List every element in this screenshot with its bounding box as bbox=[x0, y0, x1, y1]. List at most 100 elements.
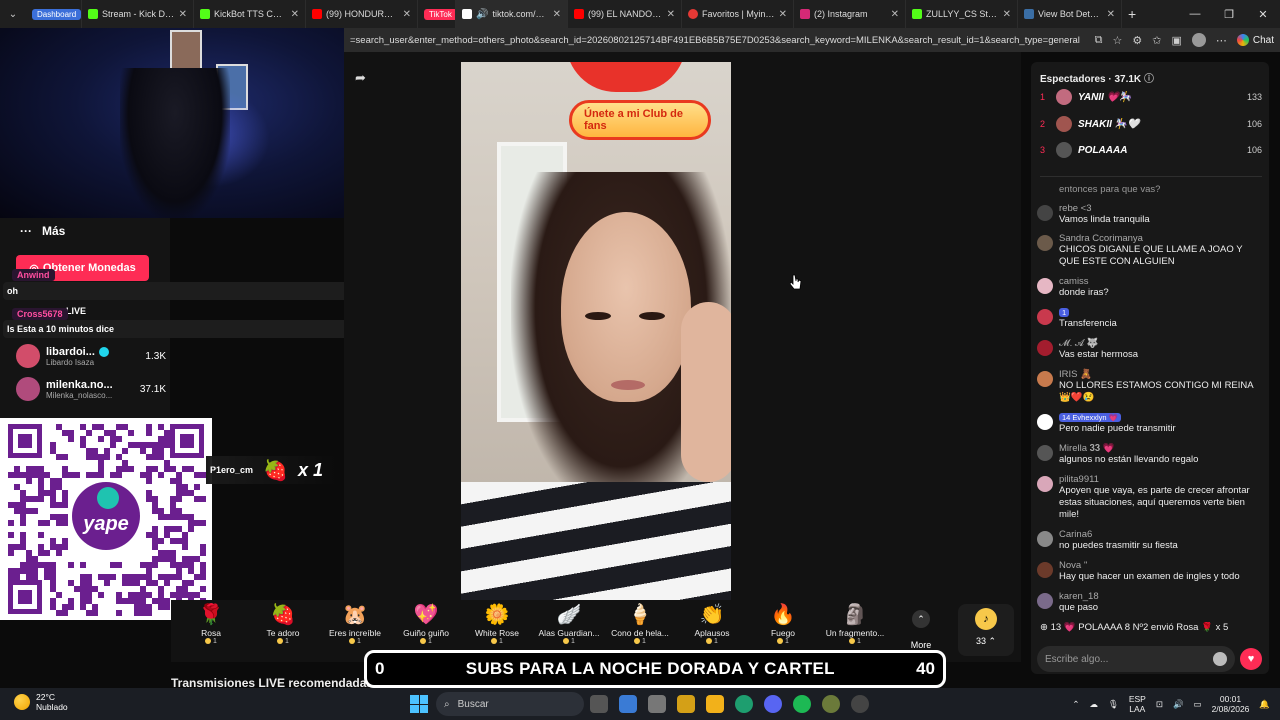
network-icon[interactable]: ⊡ bbox=[1156, 699, 1163, 710]
gift-item[interactable]: 💖 Guiño guiño 1 bbox=[392, 602, 460, 645]
battery-icon[interactable]: ▭ bbox=[1194, 699, 1202, 710]
gift-item[interactable]: 🔥 Fuego 1 bbox=[749, 602, 817, 645]
followed-account[interactable]: milenka.no... Milenka_nolasco... 37.1K bbox=[16, 374, 166, 404]
tab-myinstants[interactable]: Favoritos | Myinstant ✕ bbox=[682, 0, 794, 28]
top-viewer-row[interactable]: 3 POLAAAA 106 bbox=[1040, 139, 1262, 161]
gift-item[interactable]: 🍦 Cono de hela... 1 bbox=[606, 602, 674, 645]
close-icon[interactable]: ✕ bbox=[291, 9, 299, 20]
tab-search-icon[interactable]: ⌄ bbox=[0, 0, 26, 28]
taskbar-search[interactable]: ⌕ Buscar bbox=[436, 692, 584, 716]
tab-tiktok-chip[interactable]: TikTok bbox=[418, 0, 456, 28]
gift-name: Aplausos bbox=[694, 628, 730, 638]
gift-item[interactable]: 🌼 White Rose 1 bbox=[463, 602, 531, 645]
followed-account[interactable]: libardoi... Libardo Isaza 1.3K bbox=[16, 341, 166, 371]
tab-youtube-honduras[interactable]: (99) HONDURAS VS ✕ bbox=[306, 0, 418, 28]
gift-item[interactable]: 🗿 Un fragmento... 1 bbox=[821, 602, 889, 645]
close-icon[interactable]: ✕ bbox=[403, 9, 411, 20]
close-icon[interactable]: ✕ bbox=[891, 9, 899, 20]
top-viewer-row[interactable]: 2 SHAKII 🎠🤍 106 bbox=[1040, 113, 1262, 135]
close-icon[interactable]: ✕ bbox=[179, 9, 187, 20]
open-in-app-icon[interactable]: ⧉ bbox=[1095, 34, 1103, 47]
close-icon[interactable]: ✕ bbox=[1003, 9, 1011, 20]
chat-message[interactable]: rebe <3 Vamos linda tranquila bbox=[1037, 203, 1263, 226]
chat-message[interactable]: Sandra Ccorimanya CHICOS DIGANLE QUE LLAM… bbox=[1037, 233, 1263, 268]
share-icon[interactable]: ➦ bbox=[355, 70, 371, 86]
chat-input[interactable]: Escribe algo... bbox=[1037, 646, 1235, 672]
close-icon[interactable]: ✕ bbox=[1107, 9, 1115, 20]
instagram-icon bbox=[800, 9, 810, 19]
close-icon[interactable]: ✕ bbox=[553, 9, 561, 20]
spotify-icon[interactable] bbox=[793, 695, 811, 713]
coin-balance-button[interactable]: ♪ 33 ⌃ bbox=[958, 604, 1014, 656]
collections-icon[interactable]: ▣ bbox=[1171, 34, 1181, 47]
chat-message[interactable]: pilita9911 Apoyen que vaya, es parte de c… bbox=[1037, 474, 1263, 521]
emoji-icon[interactable] bbox=[1213, 652, 1227, 666]
new-tab-button[interactable]: + bbox=[1122, 0, 1152, 28]
chat-message[interactable]: Nova '' Hay que hacer un examen de ingles… bbox=[1037, 560, 1263, 583]
gift-item[interactable]: 🍓 Te adoro 1 bbox=[249, 602, 317, 645]
tab-zullyy[interactable]: ZULLYY_CS Stream - ✕ bbox=[906, 0, 1018, 28]
tab-kickbot[interactable]: KickBot TTS Comma ✕ bbox=[194, 0, 306, 28]
top-viewer-row[interactable]: 1 YANII 💗🎠 133 bbox=[1040, 86, 1262, 108]
microphone-icon[interactable]: 🎙 bbox=[1108, 699, 1119, 710]
clock[interactable]: 00:01 2/08/2026 bbox=[1212, 694, 1250, 714]
more-menu[interactable]: ··· Más bbox=[20, 224, 65, 238]
like-heart-button[interactable]: ♥ bbox=[1240, 648, 1262, 670]
chat-message[interactable]: camiss donde iras? bbox=[1037, 276, 1263, 299]
onedrive-icon[interactable]: ☁ bbox=[1090, 699, 1099, 710]
weather-widget[interactable]: 22°C Nublado bbox=[14, 692, 68, 712]
gift-item[interactable]: 👏 Aplausos 1 bbox=[678, 602, 746, 645]
chat-message-partial: entonces para que vas? bbox=[1059, 184, 1161, 195]
minimize-icon[interactable]: — bbox=[1178, 0, 1212, 28]
folder-icon[interactable] bbox=[706, 695, 724, 713]
tab-dashboard[interactable]: Dashboard bbox=[26, 0, 82, 28]
volume-icon[interactable]: 🔊 bbox=[1173, 699, 1184, 710]
fan-club-badge[interactable]: Únete a mi Club de fans bbox=[569, 100, 711, 140]
gift-item[interactable]: 🌹 Rosa 1 bbox=[177, 602, 245, 645]
live-video[interactable]: Únete a mi Club de fans bbox=[461, 62, 731, 600]
copilot-chat-button[interactable]: Chat bbox=[1236, 34, 1274, 46]
info-icon[interactable]: ⓘ bbox=[1144, 74, 1154, 85]
app-icon[interactable] bbox=[851, 695, 869, 713]
edge-icon[interactable] bbox=[735, 695, 753, 713]
gift-item[interactable]: 🪽 Alas Guardian... 1 bbox=[535, 602, 603, 645]
discord-icon[interactable] bbox=[764, 695, 782, 713]
chat-message[interactable]: IRIS 🧸 NO LLORES ESTAMOS CONTIGO MI REINA… bbox=[1037, 369, 1263, 404]
tab-kick-dashboard[interactable]: Stream - Kick Dashbo ✕ bbox=[82, 0, 194, 28]
url-text[interactable]: =search_user&enter_method=others_photo&s… bbox=[350, 35, 1095, 46]
close-window-icon[interactable]: ✕ bbox=[1246, 0, 1280, 28]
maximize-icon[interactable]: ❐ bbox=[1212, 0, 1246, 28]
tab-instagram[interactable]: (2) Instagram ✕ bbox=[794, 0, 906, 28]
chat-message[interactable]: Carina6 no puedes trasmitir su fiesta bbox=[1037, 529, 1263, 552]
address-bar[interactable]: =search_user&enter_method=others_photo&s… bbox=[344, 28, 1280, 52]
widgets-icon[interactable] bbox=[619, 695, 637, 713]
file-explorer-icon[interactable] bbox=[677, 695, 695, 713]
chat-message[interactable]: Mirella 𝟑𝟑 💗 algunos no están llevando re… bbox=[1037, 443, 1263, 466]
chat-message[interactable]: 𝓜. 𝓐 🐺 Vas estar hermosa bbox=[1037, 338, 1263, 361]
language-indicator[interactable]: ESP LAA bbox=[1129, 694, 1146, 714]
close-icon[interactable]: ✕ bbox=[667, 9, 675, 20]
chevron-up-icon[interactable]: ⌃ bbox=[1072, 699, 1079, 710]
tab-label: KickBot TTS Comma bbox=[214, 9, 287, 19]
more-menu-icon[interactable]: ⋯ bbox=[1216, 34, 1227, 47]
bookmark-star-icon[interactable]: ☆ bbox=[1113, 34, 1123, 47]
tab-youtube-nando[interactable]: (99) EL NANDO FEST ✕ bbox=[568, 0, 682, 28]
chat-message[interactable]: karen_18 que paso bbox=[1037, 591, 1263, 614]
profile-avatar[interactable] bbox=[1191, 33, 1206, 47]
tab-viewbot[interactable]: View Bot Detection ✕ bbox=[1018, 0, 1122, 28]
chat-message[interactable]: 1 Transferencia bbox=[1037, 307, 1263, 330]
speaker-icon[interactable]: 🔊 bbox=[476, 9, 488, 20]
store-icon[interactable] bbox=[648, 695, 666, 713]
gift-item[interactable]: 🐹 Eres increíble 1 bbox=[321, 602, 389, 645]
notifications-icon[interactable]: 🔔 bbox=[1259, 699, 1270, 710]
more-gifts-button[interactable]: ⌃ More bbox=[908, 610, 934, 650]
obs-icon[interactable] bbox=[822, 695, 840, 713]
chat-message[interactable]: 14 Evhexxlyn 💗 Pero nadie puede transmiti… bbox=[1037, 412, 1263, 435]
tab-tiktok-active[interactable]: 🔊 tiktok.com/@mi ✕ bbox=[456, 0, 568, 28]
extensions-icon[interactable]: ⚙ bbox=[1132, 34, 1142, 47]
windows-start-icon[interactable] bbox=[410, 695, 428, 713]
favorites-icon[interactable]: ✩ bbox=[1152, 34, 1161, 47]
close-icon[interactable]: ✕ bbox=[779, 9, 787, 20]
task-view-icon[interactable] bbox=[590, 695, 608, 713]
tab-label: (99) HONDURAS VS bbox=[326, 9, 399, 19]
